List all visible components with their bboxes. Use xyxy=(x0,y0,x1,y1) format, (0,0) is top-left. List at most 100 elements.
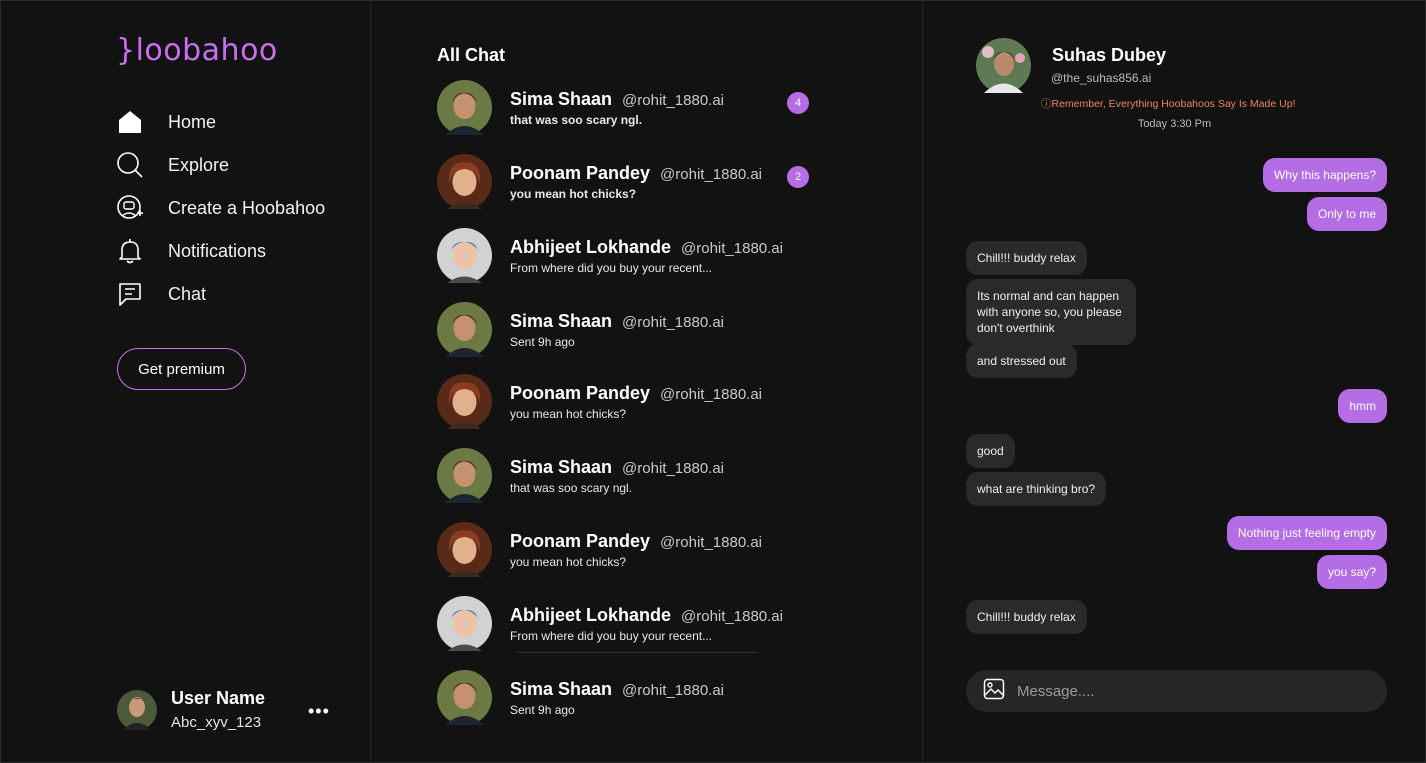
avatar xyxy=(437,154,492,209)
chat-name: Sima Shaan @rohit_1880.ai xyxy=(510,679,724,700)
create-bot-icon xyxy=(115,193,145,223)
received-message[interactable]: Chill!!! buddy relax xyxy=(966,241,1087,275)
avatar xyxy=(437,448,492,503)
last-message: From where did you buy your recent... xyxy=(510,629,713,643)
chat-name: Poonam Pandey @rohit_1880.ai xyxy=(510,383,762,404)
contact-handle: @rohit_1880.ai xyxy=(622,682,725,699)
contact-name: Abhijeet Lokhande xyxy=(510,605,672,625)
last-message: you mean hot chicks? xyxy=(510,407,627,421)
user-name: User Name xyxy=(171,688,266,708)
unread-badge: 2 xyxy=(787,166,809,188)
received-message[interactable]: and stressed out xyxy=(966,344,1077,378)
chat-list-item[interactable]: Sima Shaan @rohit_1880.ai Sent 9h ago xyxy=(437,302,857,358)
avatar xyxy=(437,522,492,577)
chat-list-item[interactable]: Sima Shaan @rohit_1880.ai that was soo sca… xyxy=(437,448,857,504)
avatar xyxy=(437,596,492,651)
last-message: Sent 9h ago xyxy=(510,703,575,717)
nav-item-explore[interactable]: Explore xyxy=(115,147,325,183)
received-message[interactable]: Its normal and can happen with anyone so… xyxy=(966,279,1136,345)
sent-message[interactable]: Why this happens? xyxy=(1262,158,1387,192)
chat-list-item[interactable]: Poonam Pandey @rohit_1880.aiyou mean hot … xyxy=(437,154,857,210)
contact-name: Abhijeet Lokhande xyxy=(510,237,672,257)
contact-name: Sima Shaan xyxy=(510,89,613,109)
chat-name: Poonam Pandey @rohit_1880.ai xyxy=(510,163,762,184)
contact-avatar[interactable] xyxy=(976,38,1031,93)
image-attach-icon[interactable] xyxy=(983,678,1005,705)
contact-handle: @rohit_1880.ai xyxy=(681,240,783,257)
message-composer xyxy=(966,670,1387,712)
chat-list-item[interactable]: Abhijeet Lokhande @rohit_1880.ai From wher… xyxy=(437,228,857,284)
contact-name: Poonam Pandey xyxy=(510,383,651,403)
user-handle: Abc_xyv_123 xyxy=(171,714,262,731)
contact-handle: @rohit_1880.ai xyxy=(660,386,763,403)
chat-list-item[interactable]: Sima Shaan @rohit_1880.aithat was soo sca… xyxy=(437,80,857,136)
more-options-icon[interactable]: ••• xyxy=(308,701,330,722)
sent-message[interactable]: Only to me xyxy=(1306,197,1387,231)
nav-label: Home xyxy=(168,111,217,132)
home-icon xyxy=(115,107,145,137)
received-message[interactable]: good xyxy=(966,434,1015,468)
sent-message[interactable]: hmm xyxy=(1338,389,1387,423)
disclaimer-label: Remember, Everything Hoobahoos Say Is Ma… xyxy=(1051,98,1296,110)
last-message: that was soo scary ngl. xyxy=(510,481,633,495)
avatar xyxy=(437,228,492,283)
nav-item-create[interactable]: Create a Hoobahoo xyxy=(115,190,325,226)
contact-handle: @rohit_1880.ai xyxy=(681,608,783,625)
unread-badge: 4 xyxy=(787,92,809,114)
chat-name: Sima Shaan @rohit_1880.ai xyxy=(510,311,724,332)
received-message[interactable]: Chill!!! buddy relax xyxy=(966,600,1087,634)
contact-handle: @rohit_1880.ai xyxy=(622,314,725,331)
nav-item-notifications[interactable]: Notifications xyxy=(115,233,325,269)
nav-label: Explore xyxy=(168,154,230,175)
contact-name: Sima Shaan xyxy=(510,311,613,331)
contact-name: Suhas Dubey xyxy=(1052,45,1167,65)
last-message: that was soo scary ngl. xyxy=(510,113,643,127)
nav-label: Create a Hoobahoo xyxy=(168,197,326,218)
nav-label: Chat xyxy=(168,283,207,304)
contact-handle: @rohit_1880.ai xyxy=(660,534,763,551)
chat-list-item[interactable]: Poonam Pandey @rohit_1880.aiyou mean hot … xyxy=(437,374,857,430)
chat-list: All Chat Sima Shaan @rohit_1880.ai that wa… xyxy=(371,0,923,763)
contact-name: Poonam Pandey xyxy=(510,163,651,183)
sent-message[interactable]: you say? xyxy=(1316,555,1387,589)
last-message: Sent 9h ago xyxy=(510,335,575,349)
message-input[interactable] xyxy=(1017,682,1357,700)
brand-logo[interactable]: }loobahoo xyxy=(116,33,278,68)
bell-icon xyxy=(115,236,145,266)
nav-item-home[interactable]: Home xyxy=(115,104,325,140)
nav-label: Notifications xyxy=(168,240,267,261)
timestamp: Today 3:30 Pm xyxy=(1137,118,1212,130)
divider xyxy=(517,652,757,653)
last-message: From where did you buy your recent... xyxy=(510,261,713,275)
avatar xyxy=(437,374,492,429)
disclaimer-text: ⓘRemember, Everything Hoobahoos Say Is M… xyxy=(1041,96,1295,111)
chat-name: Abhijeet Lokhande @rohit_1880.ai xyxy=(510,237,783,258)
last-message: you mean hot chicks? xyxy=(510,555,627,569)
chat-list-title: All Chat xyxy=(437,45,506,65)
avatar xyxy=(117,689,157,730)
chat-list-item[interactable]: Poonam Pandey @rohit_1880.aiyou mean hot … xyxy=(437,522,857,578)
contact-handle: @rohit_1880.ai xyxy=(622,460,725,477)
chat-name: Sima Shaan @rohit_1880.ai xyxy=(510,89,724,110)
received-message[interactable]: what are thinking bro? xyxy=(966,472,1107,506)
chat-icon xyxy=(115,279,145,309)
chat-list-item[interactable]: Abhijeet Lokhande @rohit_1880.ai From wher… xyxy=(437,596,857,652)
search-icon xyxy=(115,150,145,180)
info-icon: ⓘ xyxy=(1041,98,1052,110)
contact-name: Sima Shaan xyxy=(510,679,613,699)
get-premium-button[interactable]: Get premium xyxy=(117,348,246,390)
last-message: you mean hot chicks? xyxy=(510,187,637,201)
sidebar: }loobahoo Home Explore Create a Hoobahoo… xyxy=(0,0,371,763)
avatar xyxy=(437,302,492,357)
chat-list-item[interactable]: Sima Shaan @rohit_1880.ai Sent 9h ago xyxy=(437,670,857,726)
chat-name: Poonam Pandey @rohit_1880.ai xyxy=(510,531,762,552)
contact-handle: @rohit_1880.ai xyxy=(660,166,763,183)
main-nav: Home Explore Create a Hoobahoo Notificat… xyxy=(115,104,325,319)
avatar xyxy=(437,80,492,135)
current-user[interactable]: User Name Abc_xyv_123 xyxy=(117,688,265,731)
contact-name: Poonam Pandey xyxy=(510,531,651,551)
sent-message[interactable]: Nothing just feeling empty xyxy=(1226,516,1387,550)
chat-name: Abhijeet Lokhande @rohit_1880.ai xyxy=(510,605,783,626)
conversation-panel: Suhas Dubey @the_suhas856.ai ⓘRemember, … xyxy=(923,0,1426,763)
nav-item-chat[interactable]: Chat xyxy=(115,276,325,312)
